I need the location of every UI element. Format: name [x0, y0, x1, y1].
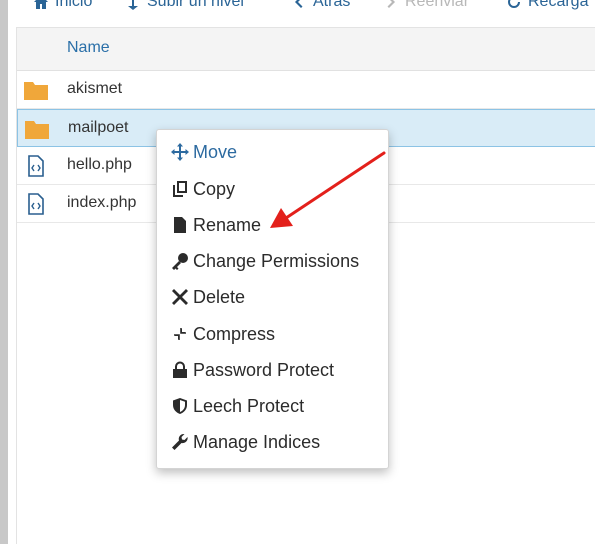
forward-label: Reenviar	[405, 0, 470, 10]
menu-item-label: Rename	[193, 214, 262, 235]
back-button[interactable]: Atrás	[291, 0, 350, 12]
menu-item-copy[interactable]: Copy	[171, 174, 235, 204]
menu-item-delete[interactable]: Delete	[171, 282, 245, 312]
home-label: Inicio	[55, 0, 93, 10]
move-icon	[171, 143, 189, 161]
home-button[interactable]: Inicio	[33, 0, 92, 12]
name-column-header[interactable]: Name	[67, 39, 110, 57]
menu-item-label: Leech Protect	[193, 395, 305, 416]
php-file-icon	[28, 155, 44, 177]
menu-item-label: Change Permissions	[193, 250, 360, 271]
copy-icon	[173, 181, 187, 197]
back-label: Atrás	[313, 0, 351, 10]
menu-item-leech-protect[interactable]: Leech Protect	[171, 391, 304, 421]
menu-item-password-protect[interactable]: Password Protect	[171, 355, 334, 385]
file-name[interactable]: hello.php	[67, 156, 132, 174]
menu-item-rename[interactable]: Rename	[171, 210, 261, 240]
menu-item-label: Manage Indices	[193, 431, 321, 452]
toolbar: Inicio Subir un nivel Atrás Reenviar Rec…	[8, 0, 595, 14]
folder-icon	[25, 121, 49, 139]
x-icon	[172, 289, 188, 305]
shield-icon	[173, 398, 187, 414]
home-icon	[34, 0, 48, 9]
context-menu: Move Copy Rename Change Permissions Dele…	[156, 129, 389, 469]
menu-item-label: Compress	[193, 323, 276, 344]
reload-icon	[508, 0, 520, 8]
arrow-right-icon	[387, 0, 395, 8]
left-panel-edge	[0, 0, 8, 544]
up-one-level-button[interactable]: Subir un nivel	[125, 0, 244, 12]
level-up-icon	[128, 0, 138, 10]
file-name[interactable]: index.php	[67, 194, 136, 212]
menu-item-compress[interactable]: Compress	[171, 319, 275, 349]
arrow-left-icon	[295, 0, 303, 8]
reload-label: Recarga	[528, 0, 589, 10]
menu-item-manage-indices[interactable]: Manage Indices	[171, 427, 320, 457]
key-icon	[172, 253, 188, 270]
reload-button[interactable]: Recarga	[506, 0, 588, 12]
file-icon	[174, 217, 186, 233]
compress-icon	[172, 326, 188, 342]
menu-item-move[interactable]: Move	[171, 137, 237, 167]
table-header: Name	[17, 28, 595, 71]
menu-item-change-permissions[interactable]: Change Permissions	[171, 246, 359, 276]
menu-item-label: Move	[193, 141, 238, 162]
file-name[interactable]: mailpoet	[68, 119, 128, 137]
menu-item-label: Copy	[193, 178, 236, 199]
lock-icon	[173, 361, 187, 378]
folder-icon	[24, 82, 48, 100]
file-name[interactable]: akismet	[67, 80, 122, 98]
menu-item-label: Delete	[193, 286, 246, 307]
forward-button[interactable]: Reenviar	[383, 0, 469, 12]
wrench-icon	[172, 433, 188, 450]
php-file-icon	[28, 193, 44, 215]
up-one-level-label: Subir un nivel	[147, 0, 244, 10]
menu-item-label: Password Protect	[193, 359, 335, 380]
table-row[interactable]: akismet	[17, 71, 595, 109]
